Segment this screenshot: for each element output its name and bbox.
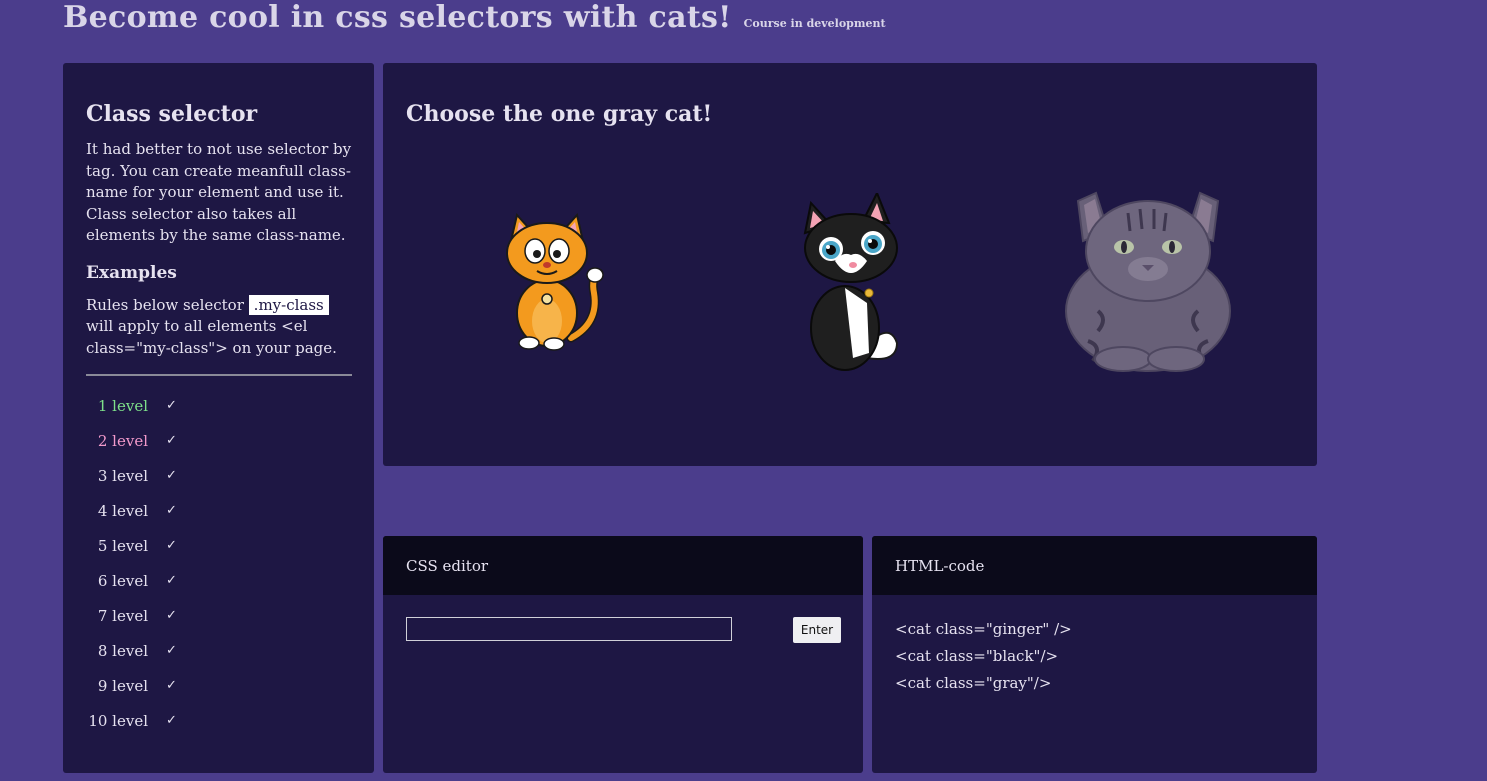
level-item[interactable]: 3 level ✓: [86, 458, 352, 493]
html-code-block: <cat class="ginger" /> <cat class="black…: [872, 595, 1317, 697]
level-label: 8 level: [97, 641, 148, 660]
black-cat-icon[interactable]: [797, 193, 907, 373]
level-item[interactable]: 1 level ✓: [86, 388, 352, 423]
check-icon: ✓: [166, 573, 177, 588]
example-prefix: Rules below selector: [86, 295, 244, 314]
example-suffix: will apply to all elements <el class="my…: [86, 317, 337, 357]
check-icon: ✓: [166, 608, 177, 623]
task-title: Choose the one gray cat!: [406, 101, 713, 127]
ginger-cat-icon[interactable]: [499, 213, 609, 353]
level-item[interactable]: 10 level ✓: [86, 703, 352, 738]
level-label: 3 level: [97, 466, 148, 485]
css-selector-input[interactable]: [406, 617, 732, 641]
example-text: Rules below selector .my-class will appl…: [86, 294, 352, 360]
level-item[interactable]: 4 level ✓: [86, 493, 352, 528]
level-label: 9 level: [97, 676, 148, 695]
level-label: 6 level: [97, 571, 148, 590]
code-line: <cat class="black"/>: [895, 647, 1059, 665]
examples-heading: Examples: [86, 262, 177, 283]
code-line: <cat class="gray"/>: [895, 674, 1052, 692]
lesson-sidebar: Class selector It had better to not use …: [63, 63, 374, 773]
code-line: <cat class="ginger" />: [895, 620, 1072, 638]
check-icon: ✓: [166, 713, 177, 728]
level-label: 1 level: [97, 396, 148, 415]
level-list: 1 level ✓ 2 level ✓ 3 level ✓ 4 level ✓ 5 le…: [86, 388, 352, 738]
html-code-panel: HTML-code <cat class="ginger" /> <cat cl…: [872, 536, 1317, 773]
page-subtitle: Course in development: [743, 17, 886, 30]
level-item[interactable]: 9 level ✓: [86, 668, 352, 703]
css-editor-header: CSS editor: [383, 536, 863, 595]
level-item[interactable]: 7 level ✓: [86, 598, 352, 633]
level-item[interactable]: 2 level ✓: [86, 423, 352, 458]
level-label: 2 level: [97, 431, 148, 450]
check-icon: ✓: [166, 468, 177, 483]
cat-stage: Choose the one gray cat!: [383, 63, 1317, 466]
check-icon: ✓: [166, 538, 177, 553]
check-icon: ✓: [166, 433, 177, 448]
css-editor-panel: CSS editor Enter: [383, 536, 863, 773]
level-item[interactable]: 6 level ✓: [86, 563, 352, 598]
level-label: 4 level: [97, 501, 148, 520]
check-icon: ✓: [166, 678, 177, 693]
page-header: Become cool in css selectors with cats! …: [63, 0, 886, 40]
lesson-description: It had better to not use selector by tag…: [86, 140, 352, 244]
level-item[interactable]: 5 level ✓: [86, 528, 352, 563]
check-icon: ✓: [166, 398, 177, 413]
enter-button[interactable]: Enter: [793, 617, 841, 643]
check-icon: ✓: [166, 643, 177, 658]
example-code: .my-class: [248, 294, 329, 315]
lesson-title: Class selector: [86, 101, 258, 127]
level-label: 5 level: [97, 536, 148, 555]
page-title: Become cool in css selectors with cats!: [63, 0, 732, 35]
level-label: 7 level: [97, 606, 148, 625]
level-item[interactable]: 8 level ✓: [86, 633, 352, 668]
check-icon: ✓: [166, 503, 177, 518]
level-label: 10 level: [88, 711, 148, 730]
sidebar-divider: [86, 374, 352, 376]
gray-cat-icon[interactable]: [1058, 191, 1238, 376]
html-code-header: HTML-code: [872, 536, 1317, 595]
